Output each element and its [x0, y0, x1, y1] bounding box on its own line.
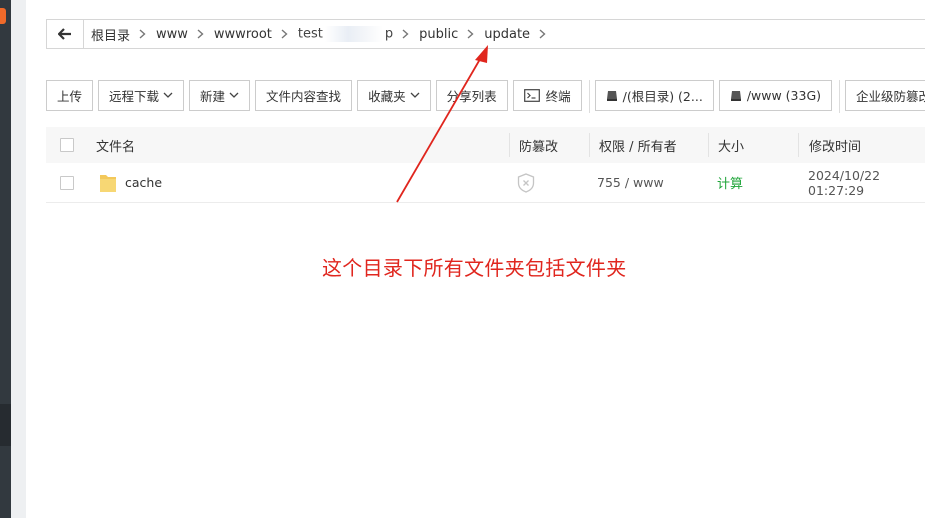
annotation-text: 这个目录下所有文件夹包括文件夹 [322, 256, 627, 280]
